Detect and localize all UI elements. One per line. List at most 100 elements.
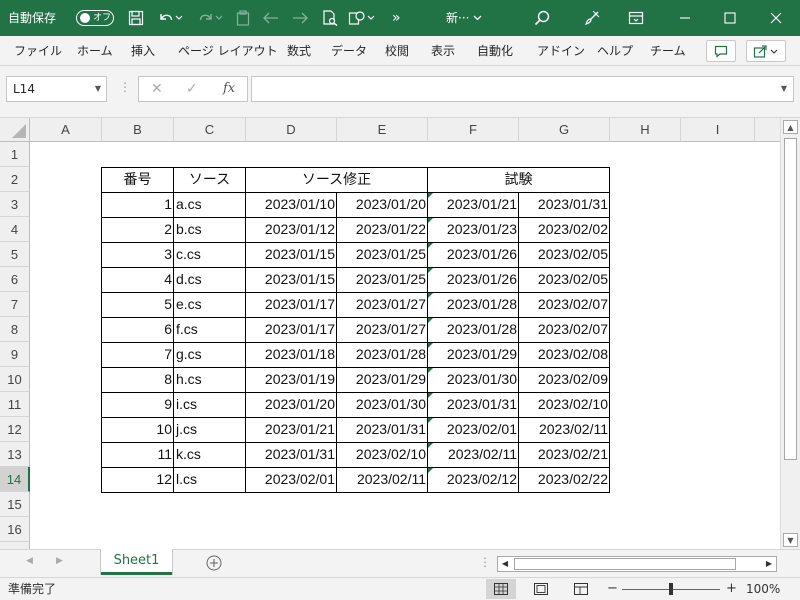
cell-source-fix-end[interactable]: 2023/01/20 [337,192,427,217]
cell-test-start[interactable]: 2023/01/29 [428,342,518,367]
cell-test-start[interactable]: 2023/02/01 [428,417,518,442]
cell-test-end[interactable]: 2023/02/07 [519,317,609,342]
row-header-11[interactable]: 11 [0,392,30,417]
zoom-slider-thumb[interactable] [669,583,673,595]
more-commands-button[interactable]: » [392,0,401,36]
cell-test-start[interactable]: 2023/01/26 [428,242,518,267]
cell-source-fix-start[interactable]: 2023/01/21 [246,417,336,442]
cell-source-fix-end[interactable]: 2023/01/25 [337,242,427,267]
cell-test-start[interactable]: 2023/01/31 [428,392,518,417]
column-header-h[interactable]: H [610,118,681,142]
cell-source-fix-start[interactable]: 2023/01/17 [246,317,336,342]
formula-input[interactable]: ▼ [251,76,794,102]
cell-test-start[interactable]: 2023/01/21 [428,192,518,217]
tab-home[interactable]: ホーム [77,36,113,66]
column-header-a[interactable]: A [30,118,102,142]
cell-source-fix-start[interactable]: 2023/01/20 [246,392,336,417]
vertical-scrollbar[interactable]: ▲ ▼ [780,118,800,549]
cell-source[interactable]: g.cs [174,342,245,367]
row-header-8[interactable]: 8 [0,317,30,342]
row-header-10[interactable]: 10 [0,367,30,392]
cell-source[interactable]: l.cs [174,467,245,492]
cell-source[interactable]: b.cs [174,217,245,242]
cancel-icon[interactable]: ✕ [151,77,163,101]
cell-test-start[interactable]: 2023/01/23 [428,217,518,242]
share-button[interactable] [746,40,786,62]
redo-dropdown-icon[interactable] [212,6,226,30]
cell-test-end[interactable]: 2023/02/02 [519,217,609,242]
cell-source-fix-end[interactable]: 2023/01/27 [337,292,427,317]
tab-view[interactable]: 表示 [431,36,455,66]
column-header-d[interactable]: D [246,118,337,142]
normal-view-button[interactable] [486,579,516,599]
column-header-i[interactable]: I [681,118,755,142]
formula-bar-splitter-icon[interactable]: ⋮ [119,80,131,94]
page-layout-view-button[interactable] [526,579,556,599]
row-header-16[interactable]: 16 [0,517,30,542]
cell-number[interactable]: 3 [102,242,173,267]
cell-test-start[interactable]: 2023/01/30 [428,367,518,392]
cell-source[interactable]: a.cs [174,192,245,217]
tab-splitter-icon[interactable]: ⋮ [479,555,491,569]
cell-source-fix-end[interactable]: 2023/01/31 [337,417,427,442]
column-header-f[interactable]: F [428,118,519,142]
cell-source-fix-end[interactable]: 2023/01/30 [337,392,427,417]
cell-source[interactable]: f.cs [174,317,245,342]
cell-number[interactable]: 9 [102,392,173,417]
cell-test-end[interactable]: 2023/02/05 [519,242,609,267]
cell-number[interactable]: 8 [102,367,173,392]
brush-icon[interactable] [580,6,604,30]
zoom-in-button[interactable]: + [726,578,737,600]
tab-page-layout[interactable]: ページ レイアウト [178,36,278,66]
cell-source[interactable]: k.cs [174,442,245,467]
tab-automate[interactable]: 自動化 [477,36,513,66]
shapes-dropdown-icon[interactable] [364,6,378,30]
save-icon[interactable] [124,6,148,30]
cell-source-fix-end[interactable]: 2023/01/27 [337,317,427,342]
scroll-up-icon[interactable]: ▲ [783,120,798,134]
zoom-level[interactable]: 100% [746,578,780,600]
cell-test-start[interactable]: 2023/01/26 [428,267,518,292]
cell-number[interactable]: 5 [102,292,173,317]
tab-addins[interactable]: アドイン [537,36,585,66]
new-sheet-button[interactable] [206,555,222,575]
horizontal-scroll-thumb[interactable] [514,558,736,570]
file-name[interactable]: 新··· [446,0,469,36]
tab-file[interactable]: ファイル [14,36,62,66]
row-header-1[interactable]: 1 [0,142,30,167]
cell-test-end[interactable]: 2023/02/11 [519,417,609,442]
tab-formulas[interactable]: 数式 [287,36,311,66]
cell-test-end[interactable]: 2023/02/07 [519,292,609,317]
next-sheet-icon[interactable]: ▶ [56,556,63,566]
cell-source-fix-start[interactable]: 2023/01/15 [246,242,336,267]
cell-source-fix-start[interactable]: 2023/02/01 [246,467,336,492]
cell-test-end[interactable]: 2023/02/08 [519,342,609,367]
row-header-5[interactable]: 5 [0,242,30,267]
cell-test-end[interactable]: 2023/02/21 [519,442,609,467]
back-arrow-icon[interactable] [259,6,283,30]
horizontal-scrollbar[interactable]: ◀ ▶ [497,556,777,572]
cell-source-fix-start[interactable]: 2023/01/17 [246,292,336,317]
column-header-g[interactable]: G [519,118,610,142]
enter-icon[interactable]: ✓ [186,77,198,101]
row-header-14[interactable]: 14 [0,467,30,492]
cell-test-end[interactable]: 2023/02/22 [519,467,609,492]
prev-sheet-icon[interactable]: ◀ [26,556,33,566]
cell-test-start[interactable]: 2023/01/28 [428,292,518,317]
cell-source-fix-end[interactable]: 2023/01/28 [337,342,427,367]
cell-number[interactable]: 12 [102,467,173,492]
tab-data[interactable]: データ [331,36,367,66]
cell-number[interactable]: 1 [102,192,173,217]
cell-source-fix-start[interactable]: 2023/01/10 [246,192,336,217]
cell-source-fix-end[interactable]: 2023/02/10 [337,442,427,467]
maximize-icon[interactable] [718,6,742,30]
cell-test-end[interactable]: 2023/02/05 [519,267,609,292]
row-header-2[interactable]: 2 [0,167,30,192]
document-search-icon[interactable] [318,6,342,30]
name-box-dropdown-icon[interactable]: ▼ [95,77,101,101]
cell-source-fix-end[interactable]: 2023/02/11 [337,467,427,492]
sheet-tab-sheet1[interactable]: Sheet1 [101,549,172,575]
worksheet-grid[interactable]: ABCDEFGHI 1234567891011121314151617 番号 ソ… [0,118,780,549]
forward-arrow-icon[interactable] [288,6,312,30]
cell-source-fix-start[interactable]: 2023/01/19 [246,367,336,392]
